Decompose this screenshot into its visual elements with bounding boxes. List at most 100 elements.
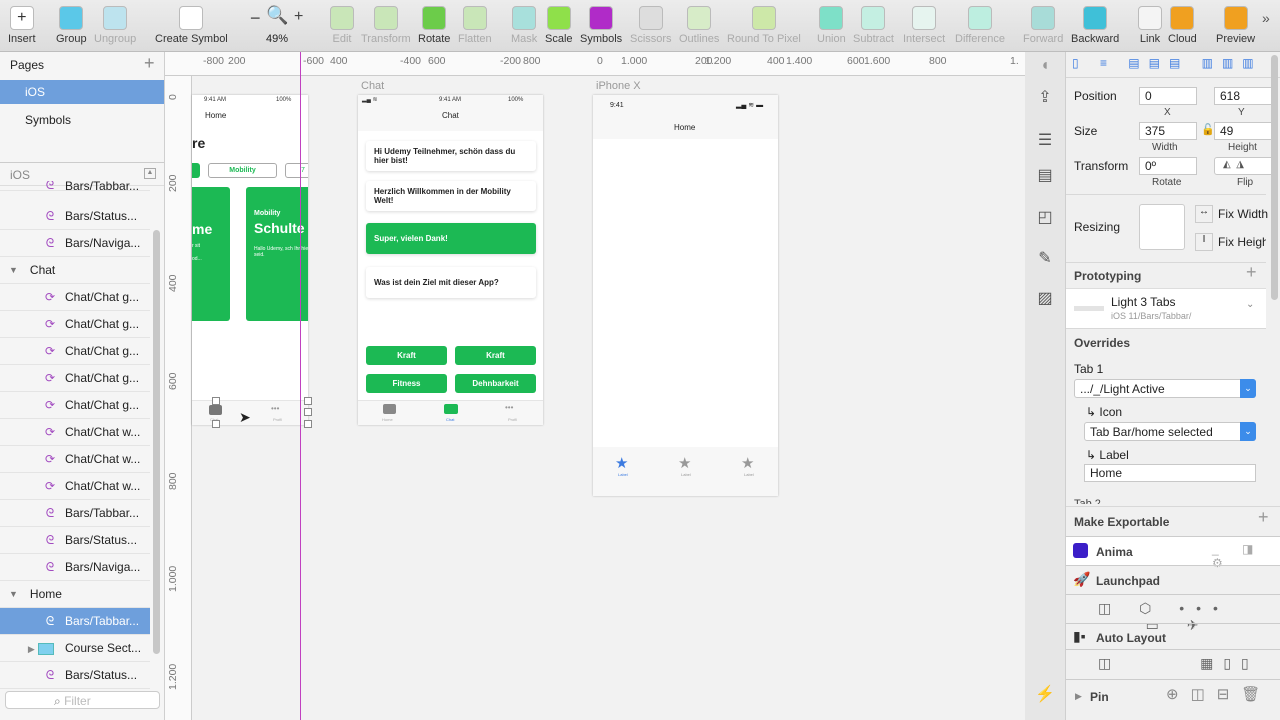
- layer-item[interactable]: ᘓ Bars/Status...: [0, 662, 150, 689]
- answer-button[interactable]: Kraft: [455, 346, 536, 365]
- fix-height-label[interactable]: Fix Heigh: [1218, 235, 1266, 249]
- toolbar-cloud-button[interactable]: Cloud: [1168, 6, 1197, 45]
- layer-item[interactable]: ᘓ Bars/Tabbar...: [0, 181, 150, 191]
- toolbar-edit-button[interactable]: Edit: [330, 6, 354, 45]
- chat-message-sent[interactable]: Super, vielen Dank!: [366, 223, 536, 254]
- layer-item[interactable]: ᘓ Bars/Status...: [0, 527, 150, 554]
- resize-icon[interactable]: ◰: [1034, 207, 1056, 229]
- label-override-input[interactable]: Home: [1084, 464, 1256, 482]
- toolbar-link-button[interactable]: Link: [1138, 6, 1162, 45]
- chip-next[interactable]: 7: [285, 163, 308, 178]
- artboard-label[interactable]: iPhone X: [596, 80, 641, 92]
- launchpad-row[interactable]: 🚀 Launchpad: [1066, 565, 1280, 594]
- toolbar-ungroup-button[interactable]: Ungroup: [94, 6, 136, 45]
- toolbar-intersect-button[interactable]: Intersect: [903, 6, 945, 45]
- layer-item[interactable]: ᘓ Bars/Tabbar...: [0, 608, 150, 635]
- layer-item[interactable]: ⟳ Chat/Chat w...: [0, 473, 150, 500]
- toolbar-transform-button[interactable]: Transform: [361, 6, 411, 45]
- add-prototyping-button[interactable]: +: [1246, 262, 1257, 283]
- craft-icon[interactable]: ◖: [1034, 57, 1056, 79]
- toolbar-create-symbol-button[interactable]: Create Symbol: [155, 6, 228, 45]
- chat-icon[interactable]: [209, 405, 222, 415]
- rotate-input[interactable]: 0º: [1139, 157, 1197, 175]
- selection-handle[interactable]: [212, 397, 220, 405]
- answer-button[interactable]: Fitness: [366, 374, 447, 393]
- artboard-label[interactable]: Chat: [361, 80, 384, 92]
- toolbar-scale-button[interactable]: Scale: [545, 6, 573, 45]
- layer-item[interactable]: ⟳ Chat/Chat g...: [0, 338, 150, 365]
- horizontal-ruler[interactable]: -800 200 -600 400 -400 600 -200 800 0 1.000 200 1.2…: [165, 52, 1025, 76]
- star-icon[interactable]: ★: [741, 454, 754, 472]
- auto-layout-row[interactable]: ▮▪ Auto Layout: [1066, 623, 1280, 649]
- course-card-1[interactable]: me r sit od...: [192, 187, 230, 321]
- layer-item[interactable]: ᘓ Bars/Naviga...: [0, 554, 150, 581]
- layers-scrollbar[interactable]: [153, 230, 160, 654]
- layer-item[interactable]: ᘓ Bars/Status...: [0, 203, 150, 230]
- layer-artboard[interactable]: ▼ Home: [0, 581, 150, 608]
- toolbar-group-button[interactable]: Group: [56, 6, 87, 45]
- chip-mobility[interactable]: Mobility: [208, 163, 277, 178]
- chevron-down-icon[interactable]: ⌄: [1246, 299, 1254, 310]
- upload-icon[interactable]: ⇪: [1034, 87, 1056, 109]
- flip-buttons[interactable]: ◭ ◮: [1214, 157, 1274, 175]
- artboard-iphone-x[interactable]: 9:41 ▂▄ ≋ ▬ Home ★ Label ★ Label ★ Label: [593, 95, 778, 496]
- fix-height-icon[interactable]: I: [1195, 233, 1213, 251]
- resizing-control[interactable]: [1139, 204, 1185, 250]
- folder-icon[interactable]: ▶: [24, 641, 58, 655]
- align-toolbar[interactable]: ▯ ≡ ▤▤▤ ▥▥▥: [1066, 52, 1280, 78]
- toolbar-round-to-pixel-button[interactable]: Round To Pixel: [727, 6, 801, 45]
- stack-icon[interactable]: ☰: [1034, 130, 1056, 152]
- zoom-out-button[interactable]: −: [250, 8, 261, 29]
- selection-handle[interactable]: [212, 420, 220, 428]
- tab-bar[interactable]: ★ Label ★ Label ★ Label: [593, 447, 778, 496]
- toolbar-preview-button[interactable]: Preview: [1216, 6, 1255, 45]
- layer-artboard[interactable]: ▼ Chat: [0, 257, 150, 284]
- layer-item[interactable]: ⟳ Chat/Chat w...: [0, 446, 150, 473]
- icon-select[interactable]: Tab Bar/home selected ⌄: [1084, 422, 1256, 441]
- toolbar-scissors-button[interactable]: Scissors: [630, 6, 672, 45]
- star-icon[interactable]: ★: [615, 454, 628, 472]
- chip-active[interactable]: [192, 163, 200, 178]
- vertical-ruler[interactable]: 0 200 400 600 800 1.000 1.200: [165, 76, 192, 720]
- chat-message[interactable]: Was ist dein Ziel mit dieser App?: [366, 267, 536, 298]
- filter-input[interactable]: ⌕ Filter: [5, 691, 160, 709]
- page-item-ios[interactable]: iOS: [0, 80, 164, 104]
- position-x-input[interactable]: 0: [1139, 87, 1197, 105]
- layer-item[interactable]: ⟳ Chat/Chat g...: [0, 392, 150, 419]
- toolbar-mask-button[interactable]: Mask: [511, 6, 537, 45]
- add-export-button[interactable]: +: [1258, 507, 1269, 528]
- edit-icon[interactable]: ✎: [1034, 248, 1056, 270]
- chat-icon[interactable]: [444, 404, 458, 414]
- star-icon[interactable]: ★: [678, 454, 691, 472]
- inspector-scrollbar[interactable]: [1271, 55, 1278, 300]
- toolbar-flatten-button[interactable]: Flatten: [458, 6, 492, 45]
- toolbar-rotate-button[interactable]: Rotate: [418, 6, 450, 45]
- selection-handle[interactable]: [304, 420, 312, 428]
- pin-row[interactable]: ▶ Pin ⊕◫⊟🗑: [1066, 679, 1280, 720]
- list-icon[interactable]: ▤: [1034, 165, 1056, 187]
- anima-row[interactable]: Anima _ ◨ ⚙: [1066, 536, 1280, 570]
- toolbar-union-button[interactable]: Union: [817, 6, 846, 45]
- answer-button[interactable]: Dehnbarkeit: [455, 374, 536, 393]
- tab-bar[interactable]: Home Chat ••• Profil: [358, 400, 543, 425]
- artboard-home[interactable]: 9:41 AM 100% Home re Mobility 7 me r sit…: [192, 95, 308, 425]
- toolbar-forward-button[interactable]: Forward: [1023, 6, 1063, 45]
- more-icon[interactable]: •••: [505, 403, 513, 412]
- collapse-icon[interactable]: ▲: [144, 168, 156, 179]
- tab1-select[interactable]: .../_/Light Active ⌄: [1074, 379, 1256, 398]
- lightning-icon[interactable]: ⚡: [1034, 684, 1056, 706]
- height-input[interactable]: 49: [1214, 122, 1274, 140]
- home-icon[interactable]: [383, 404, 396, 414]
- layer-item[interactable]: ⟳ Chat/Chat w...: [0, 419, 150, 446]
- layer-item[interactable]: ⟳ Chat/Chat g...: [0, 365, 150, 392]
- zoom-in-button[interactable]: +: [294, 8, 303, 26]
- course-card-2[interactable]: Mobility Schulte Hallo Udemy, sch Ihr hi…: [246, 187, 308, 321]
- chat-message[interactable]: Hi Udemy Teilnehmer, schön dass du hier …: [366, 141, 536, 171]
- fix-width-icon[interactable]: ↔: [1195, 205, 1213, 223]
- chat-message[interactable]: Herzlich Willkommen in der Mobility Welt…: [366, 181, 536, 211]
- launchpad-tools[interactable]: ◫ ⬡ ••• ▭ ✈: [1066, 594, 1280, 633]
- layer-item[interactable]: ▶ Course Sect...: [0, 635, 150, 662]
- guide-line[interactable]: [300, 52, 301, 720]
- toolbar-backward-button[interactable]: Backward: [1071, 6, 1119, 45]
- pin-controls[interactable]: ⊕◫⊟🗑: [1166, 685, 1272, 703]
